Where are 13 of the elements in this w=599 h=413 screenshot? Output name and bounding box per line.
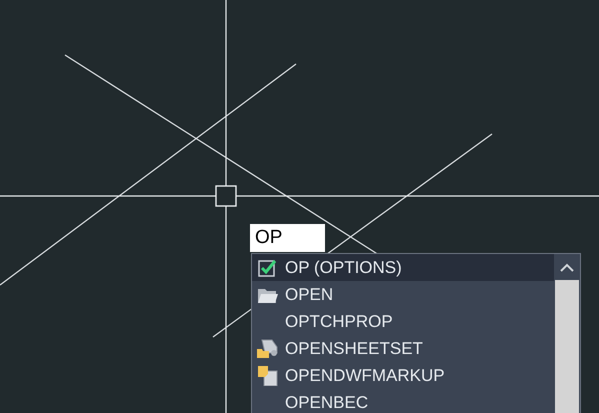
suggestion-item[interactable]: OP (OPTIONS)	[252, 254, 554, 281]
suggestion-item[interactable]: OPENBEC	[252, 389, 554, 413]
sheet-set-icon	[257, 338, 279, 358]
suggestion-item[interactable]: OPENSHEETSET	[252, 335, 554, 362]
suggestion-item[interactable]: OPENDWFMARKUP	[252, 362, 554, 389]
pickbox-cursor	[215, 185, 237, 207]
checkbox-icon	[257, 258, 279, 278]
scrollbar-thumb[interactable]	[555, 280, 579, 413]
suggestion-item[interactable]: OPTCHPROP	[252, 308, 554, 335]
chevron-up-icon[interactable]	[560, 263, 574, 273]
markup-icon	[257, 366, 279, 386]
command-input[interactable]: OP	[250, 224, 325, 252]
suggestion-item[interactable]: OPEN	[252, 281, 554, 308]
